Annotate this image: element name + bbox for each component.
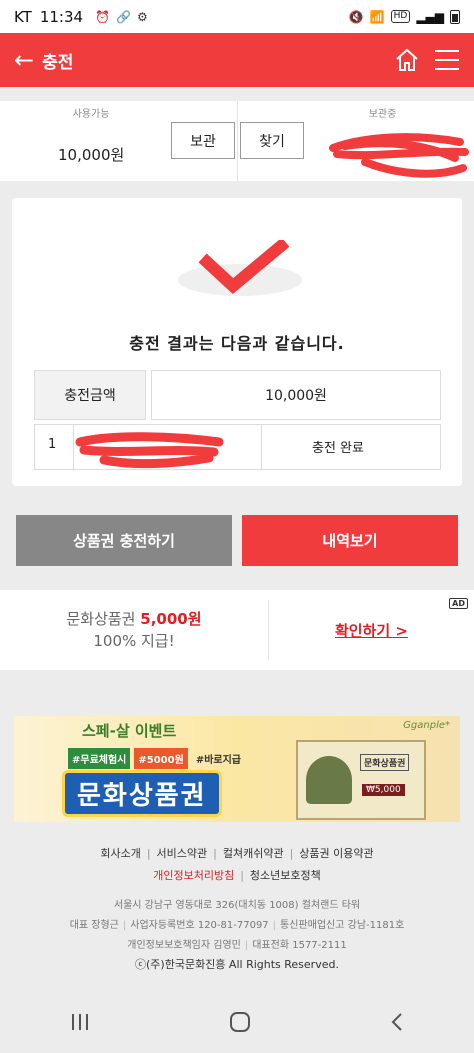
promo-tag: #5000원 (134, 748, 188, 769)
footer: 회사소개 | 서비스약관 | 컬쳐캐쉬약관 | 상품권 이용약관 개인정보처리방침 | 청소년보… (0, 825, 474, 995)
charge-voucher-button[interactable]: 상품권 충전하기 (16, 515, 232, 566)
result-card: 충전 결과는 다음과 같습니다. 충전금액 10,000원 1 충전 완료 (12, 198, 462, 486)
find-button[interactable]: 찾기 (240, 122, 304, 159)
voucher-image: 문화상품권 ₩5,000 (296, 740, 426, 820)
carrier-label: KT (14, 7, 32, 26)
hd-badge: HD (390, 10, 411, 23)
alarm-icon: ⏰ (95, 9, 111, 24)
status-bar: KT 11:34 ⏰ 🔗 ⚙ 🔇 📶 HD ▂▄▆ (0, 0, 474, 33)
ticket-title: 문화상품권 (360, 754, 410, 771)
footer-link-company[interactable]: 회사소개 (100, 847, 140, 860)
tree-icon (306, 756, 352, 804)
signal-icon: ▂▄▆ (416, 9, 444, 24)
back-button[interactable]: ← 충전 (14, 48, 73, 73)
promo-banner[interactable]: 스페-살 이벤트 Gganple* #무료체험시 #5000원 #바로지급 문화… (14, 716, 460, 822)
home-button-icon[interactable] (229, 1011, 251, 1037)
company-address: 서울시 강남구 영동대로 326(대치동 1008) 컬쳐랜드 타워 (113, 900, 361, 911)
copyright: ⓒ(주)한국문화진흥 All Rights Reserved. (135, 958, 339, 971)
link-icon: 🔗 (116, 9, 131, 24)
ticket-price: ₩5,000 (362, 784, 405, 796)
table-row: 충전금액 10,000원 (34, 370, 441, 420)
promo-tag: #무료체험시 (68, 748, 131, 769)
ad-text: 문화상품권 5,000원 100% 지급! (0, 590, 268, 670)
ad-banner[interactable]: 문화상품권 5,000원 100% 지급! 확인하기 > AD (0, 590, 474, 670)
redaction-scribble (329, 133, 469, 178)
cell-divider (261, 425, 262, 471)
clock: 11:34 (39, 7, 84, 26)
settings-icon: ⚙ (136, 9, 148, 24)
back-button-icon[interactable] (390, 1012, 404, 1036)
ad-text-highlight: 5,000원 (140, 610, 202, 628)
arrow-left-icon: ← (14, 46, 35, 74)
amount-value: 10,000원 (151, 370, 441, 420)
company-biz-no: 사업자등록번호 120-81-77097 (130, 920, 269, 931)
check-icon (178, 240, 302, 296)
company-phone: 대표전화 1577-2111 (252, 940, 347, 951)
promo-event-label: 스페-살 이벤트 (82, 722, 177, 740)
company-ceo: 대표 장형근 (69, 920, 119, 931)
ad-text-line2: 100% 지급! (93, 632, 175, 650)
ad-text-prefix: 문화상품권 (66, 610, 141, 628)
amount-label: 충전금액 (34, 370, 146, 420)
footer-link-voucher-terms[interactable]: 상품권 이용약관 (299, 847, 373, 860)
system-nav-bar (0, 995, 474, 1053)
wifi-icon: 📶 (369, 9, 385, 24)
view-history-button[interactable]: 내역보기 (242, 515, 458, 566)
promo-brand: Gganple* (403, 720, 450, 731)
hamburger-icon[interactable] (434, 48, 460, 72)
footer-links: 회사소개 | 서비스약관 | 컬쳐캐쉬약관 | 상품권 이용약관 개인정보처리방침 | 청소년보… (100, 847, 374, 882)
available-label: 사용가능 (64, 105, 118, 120)
footer-link-terms[interactable]: 서비스약관 (157, 847, 208, 860)
available-value: 10,000원 (58, 146, 125, 164)
mute-icon: 🔇 (348, 9, 364, 24)
recent-apps-icon[interactable] (70, 1013, 90, 1035)
keep-button[interactable]: 보관 (171, 122, 235, 159)
company-privacy-officer: 개인정보보호책임자 김영민 (127, 940, 241, 951)
row-status: 충전 완료 (312, 441, 364, 456)
footer-link-culturecash-terms[interactable]: 컬쳐캐쉬약관 (223, 847, 284, 860)
ad-badge: AD (449, 598, 468, 609)
result-message: 충전 결과는 다음과 같습니다. (129, 334, 345, 353)
footer-link-privacy[interactable]: 개인정보처리방침 (153, 869, 234, 882)
company-mail-order: 통신판매업신고 강남-1181호 (280, 920, 405, 931)
company-info: 서울시 강남구 영동대로 326(대치동 1008) 컬쳐랜드 타워 대표 장형… (0, 896, 474, 956)
redaction-scribble (75, 432, 224, 469)
stored-label: 보관중 (360, 105, 405, 120)
home-icon[interactable] (394, 47, 420, 73)
footer-link-youth[interactable]: 청소년보호정책 (250, 869, 321, 882)
page-title: 충전 (42, 52, 74, 73)
battery-icon (450, 9, 460, 24)
row-number: 1 (48, 437, 57, 452)
app-bar: ← 충전 (0, 33, 474, 87)
promo-title: 문화상품권 (62, 770, 222, 817)
ad-confirm-link[interactable]: 확인하기 > (335, 620, 408, 641)
promo-tag: #바로지급 (195, 755, 241, 766)
